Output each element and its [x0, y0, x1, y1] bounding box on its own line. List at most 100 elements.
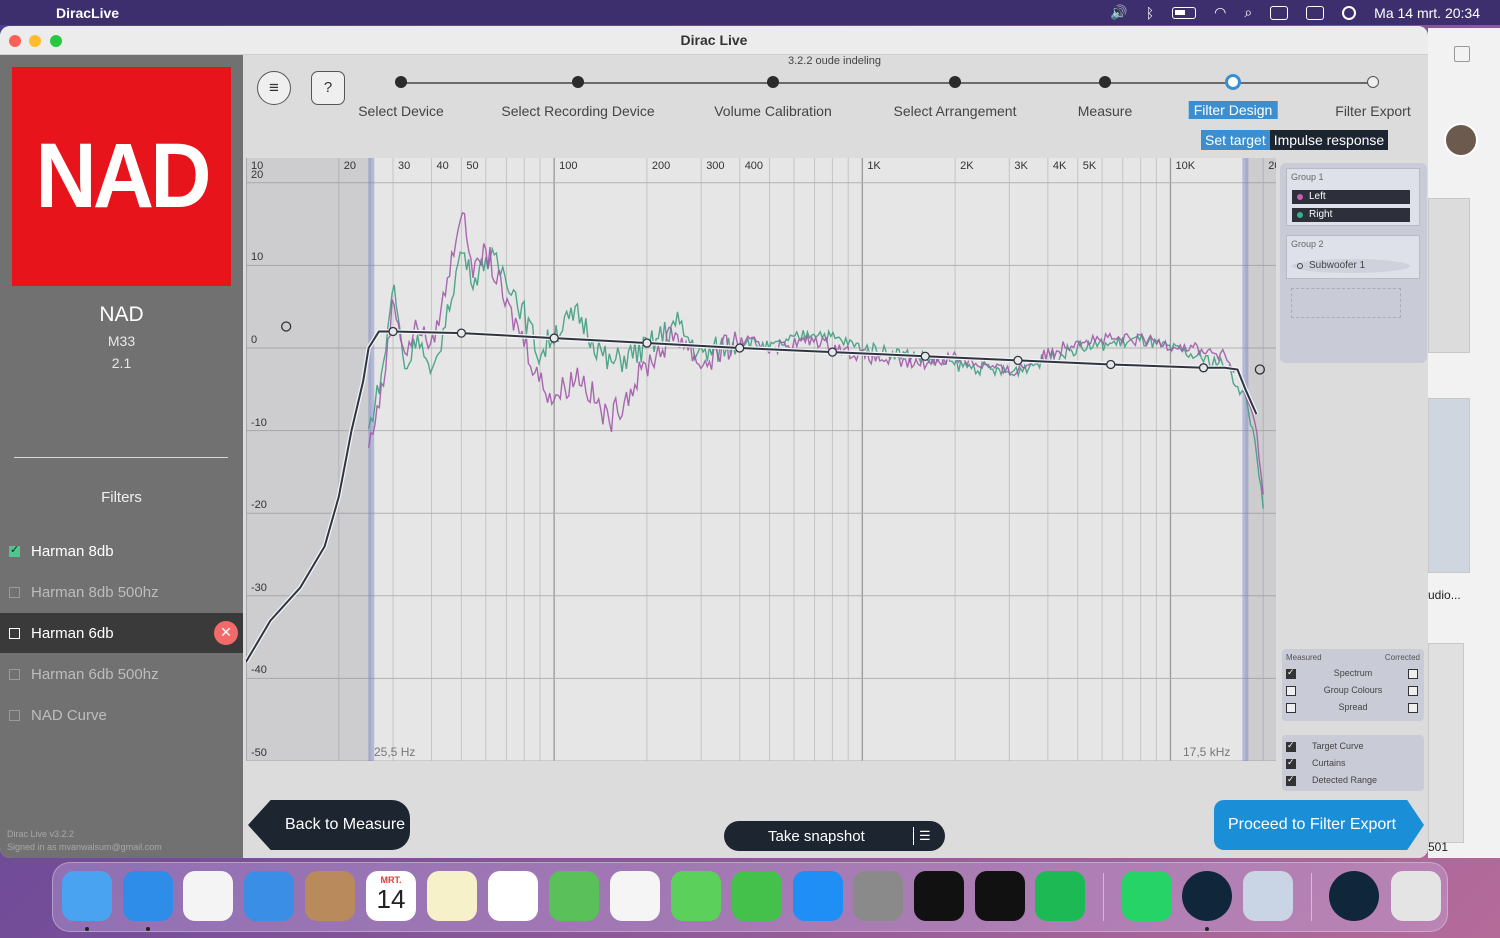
tab-impulse-response[interactable]: Impulse response [1269, 130, 1389, 150]
wizard-step-dot[interactable] [949, 76, 961, 88]
wizard-step-label[interactable]: Measure [1078, 103, 1132, 119]
corrected-checkbox[interactable] [1408, 686, 1418, 696]
filter-checkbox[interactable] [9, 709, 20, 721]
spotlight-icon[interactable]: ⌕ [1244, 4, 1252, 21]
group-2[interactable]: Group 2 Subwoofer 1 [1286, 235, 1420, 279]
dock-dirac-live-icon[interactable] [1182, 871, 1232, 921]
wizard-step-label[interactable]: Filter Export [1335, 103, 1410, 119]
dock-chrome-icon[interactable] [183, 871, 233, 921]
filter-label: Harman 8db [31, 542, 114, 560]
channel-left[interactable]: Left [1292, 190, 1410, 204]
wizard-step-label[interactable]: Volume Calibration [714, 103, 832, 119]
wifi-icon[interactable]: ◠ [1214, 4, 1226, 21]
group-1[interactable]: Group 1 Left Right [1286, 168, 1420, 226]
dock-preview-icon[interactable] [1243, 871, 1293, 921]
overlay-checkbox[interactable] [1286, 757, 1296, 769]
target-control-point[interactable] [735, 343, 745, 353]
proceed-to-filter-export-button[interactable]: Proceed to Filter Export [1214, 800, 1424, 850]
dock-messages-icon[interactable] [671, 871, 721, 921]
dock-notes-icon[interactable] [427, 871, 477, 921]
target-control-point[interactable] [642, 338, 652, 348]
overlay-checkbox[interactable] [1286, 774, 1296, 786]
siri-icon[interactable] [1342, 5, 1357, 20]
target-control-point[interactable] [1198, 363, 1209, 373]
snapshot-list-icon[interactable]: ☰ [913, 827, 933, 845]
filter-item[interactable]: Harman 6db 500hz [0, 654, 243, 694]
keyboard-icon[interactable] [1270, 5, 1289, 20]
filter-label: NAD Curve [31, 706, 107, 724]
target-control-point[interactable] [1013, 355, 1023, 366]
wizard-step-dot[interactable] [1367, 76, 1379, 88]
dock-tidal-icon[interactable] [914, 871, 964, 921]
dock-dirac-live-icon[interactable] [1329, 871, 1379, 921]
dock-photos-icon[interactable] [610, 871, 660, 921]
target-control-point[interactable] [1106, 359, 1116, 370]
dock-finder-icon[interactable] [62, 871, 112, 921]
take-snapshot-button[interactable]: Take snapshot ☰ [724, 821, 945, 851]
filter-item[interactable]: Harman 8db [0, 531, 243, 571]
dock-spotify-icon[interactable] [1035, 871, 1085, 921]
menu-clock[interactable]: Ma 14 mrt. 20:34 [1374, 5, 1480, 21]
display-row-label: Spectrum [1333, 668, 1373, 678]
dock-whatsapp-icon[interactable] [1122, 871, 1172, 921]
target-control-point[interactable] [827, 347, 838, 357]
dock-maps-icon[interactable] [549, 871, 599, 921]
chart-svg[interactable] [246, 158, 1276, 761]
help-button[interactable]: ? [311, 71, 345, 105]
thumbnail[interactable] [1428, 398, 1470, 573]
dock-trash-icon[interactable] [1391, 871, 1441, 921]
overlay-checkbox[interactable] [1286, 740, 1296, 752]
tab-set-target[interactable]: Set target [1201, 130, 1270, 150]
wizard-step-dot[interactable] [1225, 74, 1241, 90]
wizard-step-dot[interactable] [1099, 76, 1111, 88]
thumbnail[interactable] [1428, 643, 1464, 843]
dock-system-settings-icon[interactable] [853, 871, 903, 921]
dock-bluesound-icon[interactable] [975, 871, 1025, 921]
empty-group-dropzone[interactable] [1291, 288, 1401, 318]
bluetooth-icon[interactable]: ᛒ [1146, 5, 1154, 21]
menu-app-name[interactable]: DiracLive [56, 5, 119, 21]
target-control-point[interactable] [920, 351, 930, 361]
wizard-step-label[interactable]: Filter Design [1188, 101, 1278, 119]
control-center-icon[interactable] [1306, 5, 1325, 20]
filter-checkbox[interactable] [9, 627, 20, 639]
wizard-step-label[interactable]: Select Device [358, 103, 444, 119]
wizard-step-label[interactable]: Select Recording Device [501, 103, 654, 119]
dock-calendar-icon[interactable]: MRT. 14 [366, 871, 416, 921]
avatar[interactable] [1444, 123, 1478, 157]
wizard-step-label[interactable]: Select Arrangement [894, 103, 1017, 119]
wizard-step-dot[interactable] [395, 76, 407, 88]
channel-subwoofer[interactable]: Subwoofer 1 [1292, 259, 1410, 273]
corrected-checkbox[interactable] [1408, 669, 1418, 679]
filter-checkbox[interactable] [9, 586, 20, 598]
app-version: Dirac Live v3.2.2 [7, 829, 75, 839]
dock-facetime-icon[interactable] [732, 871, 782, 921]
filter-checkbox[interactable] [9, 543, 20, 557]
wizard-step-dot[interactable] [572, 76, 584, 88]
dock-app-store-icon[interactable] [793, 871, 843, 921]
filter-checkbox[interactable] [9, 668, 20, 680]
wizard-step-dot[interactable] [767, 76, 779, 88]
thumbnail[interactable] [1428, 198, 1470, 353]
grid-view-icon[interactable] [1454, 46, 1470, 62]
corrected-checkbox[interactable] [1408, 703, 1418, 713]
filter-item[interactable]: Harman 8db 500hz [0, 572, 243, 612]
volume-icon[interactable]: 🔊 [1110, 4, 1127, 21]
target-control-point[interactable] [456, 328, 467, 338]
thumbnail-caption: 501 [1428, 840, 1449, 854]
dock-reminders-icon[interactable] [488, 871, 538, 921]
dock-contacts-icon[interactable] [305, 871, 355, 921]
dock-mail-icon[interactable] [244, 871, 294, 921]
display-row: Group Colours [1282, 683, 1424, 699]
channel-right[interactable]: Right [1292, 208, 1410, 222]
target-control-point[interactable] [549, 333, 559, 343]
frequency-response-chart[interactable]: 25,5 Hz 17,5 kHz 10 20 30 40 50 100 200 300 400 1… [246, 158, 1276, 761]
hamburger-menu-button[interactable]: ≡ [257, 71, 291, 105]
back-to-measure-button[interactable]: Back to Measure [248, 800, 410, 850]
battery-icon[interactable] [1172, 6, 1197, 19]
dock-safari-icon[interactable] [123, 871, 173, 921]
filter-item[interactable]: NAD Curve [0, 695, 243, 735]
delete-filter-button[interactable]: ✕ [214, 621, 238, 645]
target-control-point[interactable] [388, 326, 398, 337]
filter-item[interactable]: Harman 6db ✕ [0, 613, 243, 653]
